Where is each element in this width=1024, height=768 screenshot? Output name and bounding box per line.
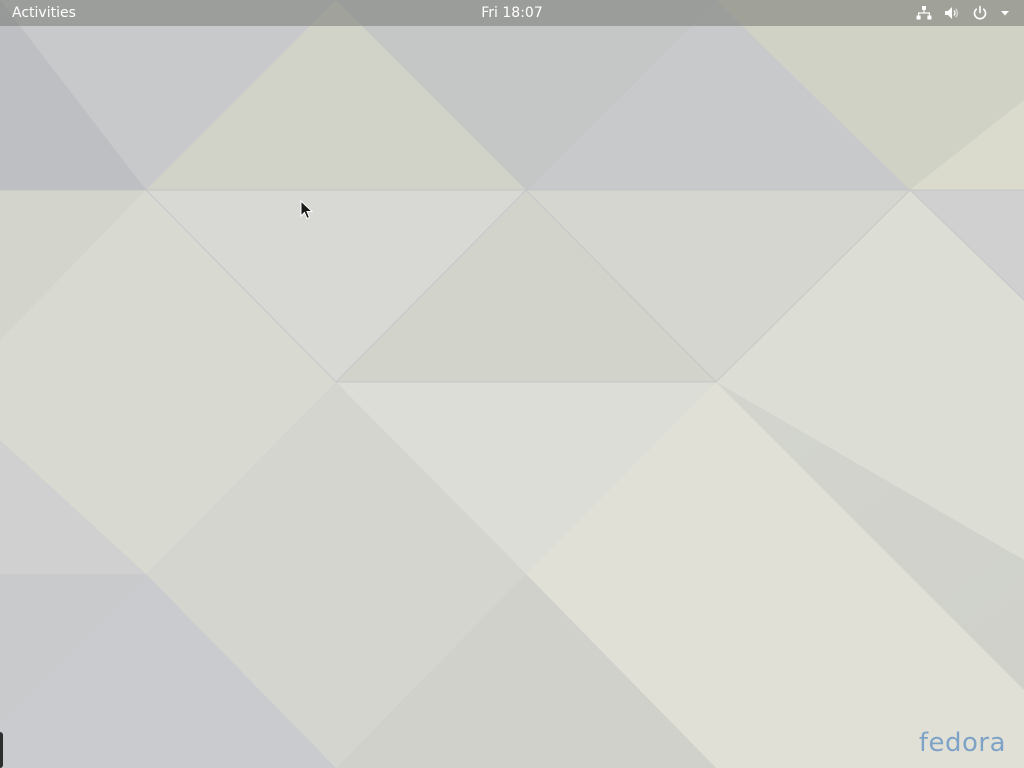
network-wired-icon bbox=[916, 5, 932, 21]
mouse-cursor-icon bbox=[300, 200, 314, 220]
system-menu-button[interactable] bbox=[916, 0, 1010, 26]
desktop[interactable]: Activities Fri 18:07 fedora bbox=[0, 0, 1024, 768]
power-icon bbox=[972, 5, 988, 21]
clock-button[interactable]: Fri 18:07 bbox=[452, 0, 572, 26]
dash-edge-handle[interactable] bbox=[0, 732, 3, 768]
volume-icon bbox=[944, 5, 960, 21]
desktop-wallpaper bbox=[0, 0, 1024, 768]
top-bar: Activities Fri 18:07 bbox=[0, 0, 1024, 26]
activities-button[interactable]: Activities bbox=[12, 0, 76, 26]
fedora-logo: fedora bbox=[918, 728, 1006, 758]
dropdown-arrow-icon bbox=[1000, 8, 1010, 18]
